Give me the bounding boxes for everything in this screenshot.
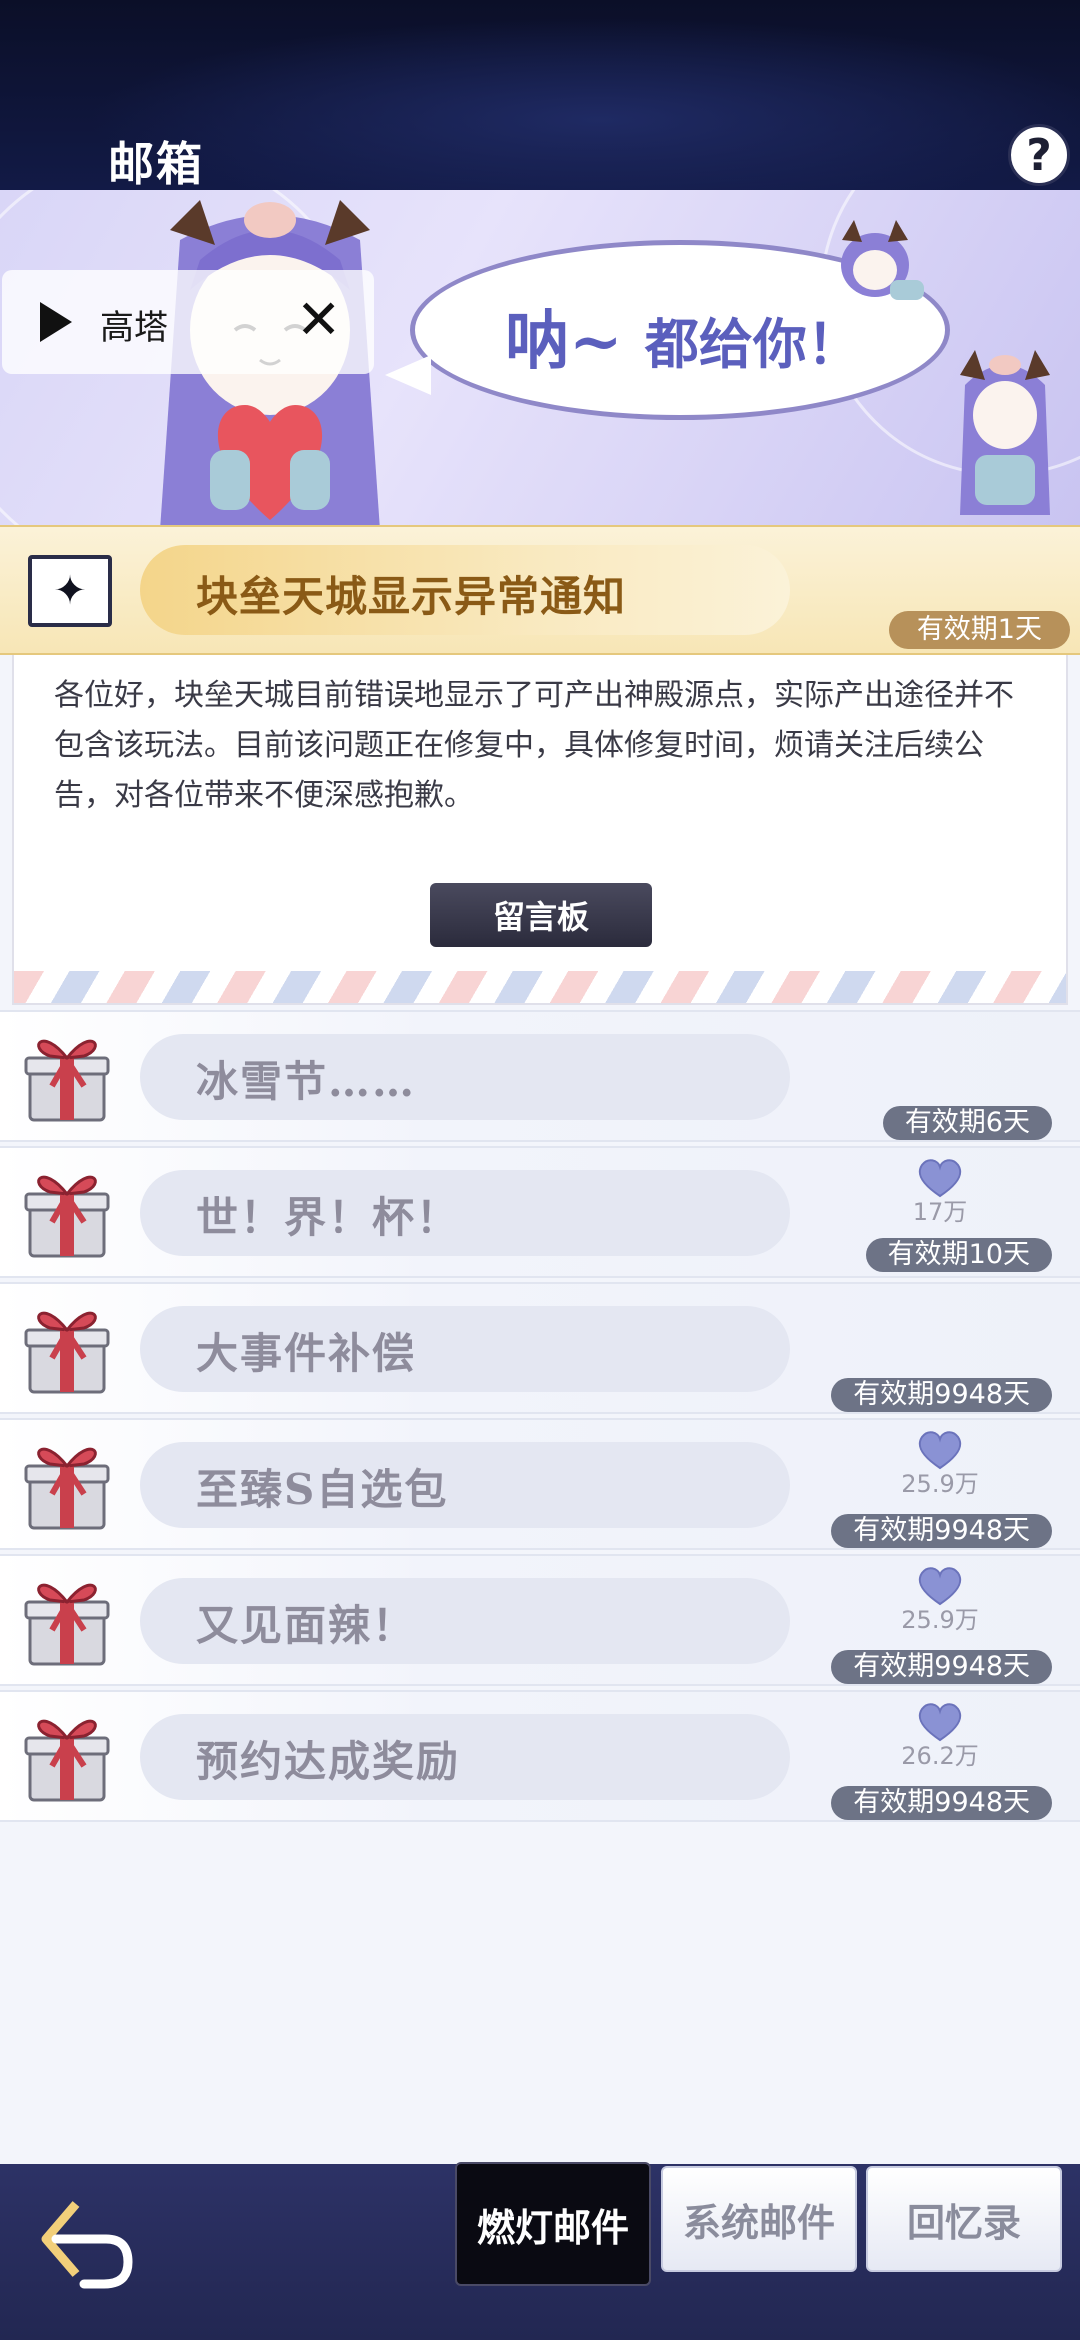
gift-box-icon [22, 1570, 112, 1670]
mail-list-item[interactable]: 世！界！杯！ 17万有效期10天 [0, 1146, 1080, 1278]
featured-mail-header[interactable]: ✦ 块垒天城显示异常通知 有效期1天 [0, 525, 1080, 655]
mail-expiry-badge: 有效期9948天 [831, 1786, 1052, 1820]
speech-big-text: 呐~ [505, 304, 623, 379]
reward-heart-group: 25.9万 [900, 1428, 980, 1498]
mail-title: 世！界！杯！ [196, 1193, 461, 1242]
page-title: 邮箱 [108, 137, 204, 191]
featured-mail-content: 各位好，块垒天城目前错误地显示了可产出神殿源点，实际产出途径并不包含该玩法。目前… [54, 678, 1014, 813]
heart-icon [916, 1156, 964, 1198]
speech-bubble-text: 呐~ 都给你！ [505, 290, 861, 382]
mail-expiry-badge: 有效期9948天 [831, 1514, 1052, 1548]
reward-heart-group: 26.2万 [900, 1700, 980, 1770]
mail-title: 冰雪节…… [196, 1057, 417, 1106]
mail-list-item[interactable]: 预约达成奖励 26.2万有效期9948天 [0, 1690, 1080, 1822]
reward-amount: 17万 [912, 1198, 968, 1226]
heart-icon [916, 1428, 964, 1470]
mail-title: 又见面辣！ [196, 1601, 417, 1650]
back-arrow-icon[interactable] [36, 2194, 136, 2294]
featured-mail-expiry-badge: 有效期1天 [888, 611, 1070, 649]
mail-title: 大事件补偿 [196, 1329, 417, 1378]
gift-box-icon [22, 1162, 112, 1262]
speech-rest-text: 都给你！ [644, 312, 861, 376]
mail-title: 至臻S自选包 [196, 1465, 449, 1514]
tab-memoir[interactable]: 回忆录 [866, 2166, 1062, 2272]
message-board-button[interactable]: 留言板 [430, 883, 652, 947]
mail-title: 预约达成奖励 [196, 1737, 461, 1786]
reward-heart-group: 25.9万 [900, 1564, 980, 1634]
heart-icon [916, 1700, 964, 1742]
mail-expiry-badge: 有效期6天 [882, 1106, 1052, 1140]
reward-amount: 26.2万 [901, 1742, 979, 1770]
envelope-icon: ✦ [28, 555, 112, 627]
music-player: 高塔 ✕ [2, 270, 374, 374]
reward-amount: 25.9万 [901, 1606, 979, 1634]
mail-list-item[interactable]: 至臻S自选包 25.9万有效期9948天 [0, 1418, 1080, 1550]
reward-heart-group: 17万 [900, 1156, 980, 1226]
mail-list-item[interactable]: 大事件补偿有效期9948天 [0, 1282, 1080, 1414]
mailbox-banner: 呐~ 都给你！ 高塔 ✕ [0, 190, 1080, 525]
reward-amount: 25.9万 [901, 1470, 979, 1498]
mail-expiry-badge: 有效期10天 [865, 1238, 1052, 1272]
tab-system-mail[interactable]: 系统邮件 [661, 2166, 857, 2272]
mail-list-item[interactable]: 又见面辣！ 25.9万有效期9948天 [0, 1554, 1080, 1686]
gift-box-icon [22, 1298, 112, 1398]
gift-box-icon [22, 1706, 112, 1806]
airmail-border-strip [14, 971, 1066, 1005]
mail-expiry-badge: 有效期9948天 [831, 1650, 1052, 1684]
small-chibi-illustration [960, 350, 1050, 515]
tab-lantern-mail[interactable]: 燃灯邮件 [455, 2162, 651, 2286]
featured-mail-title: 块垒天城显示异常通知 [196, 572, 627, 621]
help-button[interactable]: ? [1008, 124, 1070, 186]
bottom-tab-bar: 燃灯邮件 系统邮件 回忆录 [0, 2162, 1080, 2340]
heart-icon [916, 1564, 964, 1606]
music-track-name: 高塔 [100, 308, 168, 348]
featured-mail-body: 各位好，块垒天城目前错误地显示了可产出神殿源点，实际产出途径并不包含该玩法。目前… [12, 655, 1068, 1005]
close-icon[interactable]: ✕ [296, 290, 341, 350]
mail-expiry-badge: 有效期9948天 [831, 1378, 1052, 1412]
play-icon[interactable] [40, 302, 72, 342]
gift-box-icon [22, 1026, 112, 1126]
mail-list-item[interactable]: 冰雪节…… 有效期6天 [0, 1010, 1080, 1142]
small-chibi-illustration [841, 220, 924, 300]
mail-list: 冰雪节…… 有效期6天 世！界！杯！ 17万 有效期10天 大事件补偿 有效期9948天 至臻… [0, 1010, 1080, 1826]
gift-box-icon [22, 1434, 112, 1534]
top-header: 邮箱 ? [0, 0, 1080, 191]
